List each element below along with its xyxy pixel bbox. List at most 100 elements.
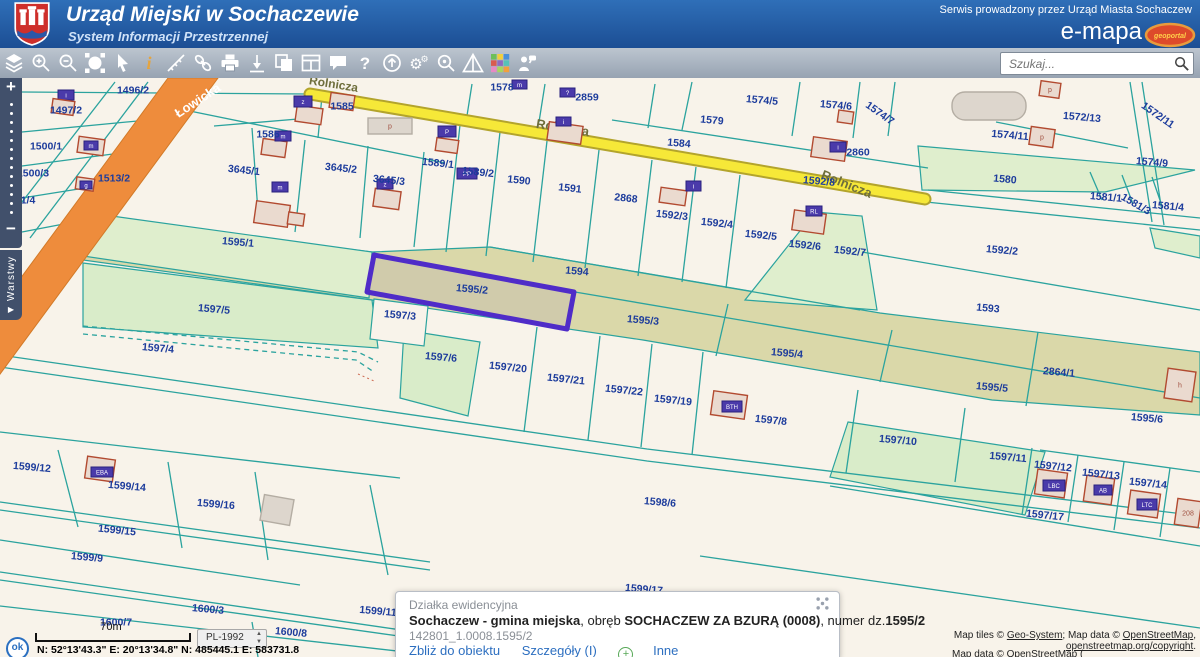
attribution-line-2[interactable]: openstreetmap.org/copyright.	[1066, 641, 1196, 652]
parcel-description: Sochaczew - gmina miejska, obręb SOCHACZ…	[409, 613, 829, 628]
svg-text:2860: 2860	[846, 147, 870, 159]
magnifier-plus-icon	[435, 52, 457, 74]
prism-button[interactable]	[459, 48, 486, 77]
svg-text:1593: 1593	[976, 302, 1000, 316]
panels-button[interactable]	[297, 48, 324, 77]
upload-icon	[381, 52, 403, 74]
svg-text:1586: 1586	[256, 129, 280, 141]
site-title: Urząd Miejski w Sochaczewie	[66, 3, 359, 27]
svg-text:z: z	[302, 100, 305, 106]
svg-text:i: i	[693, 184, 694, 190]
plus-icon[interactable]: +	[618, 647, 633, 657]
geoportal-logo: geoportal	[1144, 22, 1196, 48]
svg-text:h: h	[1178, 383, 1182, 390]
zoom-in-button[interactable]	[27, 48, 54, 77]
svg-text:i: i	[65, 93, 66, 99]
map-canvas[interactable]: ŁowickaRolniczaRolniczaRolniczaimgmmzpzP…	[0, 78, 1200, 657]
map-zoom-out-button[interactable]: −	[0, 220, 22, 238]
attribution-line-1[interactable]: Map tiles © Geo-System; Map data © OpenS…	[954, 630, 1196, 641]
svg-text:EBA: EBA	[96, 470, 108, 476]
search-input[interactable]	[1007, 54, 1171, 73]
map-zoom-in-button[interactable]: +	[0, 78, 22, 96]
svg-text:1/4: 1/4	[21, 195, 36, 207]
svg-text:1580: 1580	[993, 173, 1017, 187]
close-icon[interactable]	[816, 597, 829, 613]
layers-button[interactable]	[0, 48, 27, 77]
parcel-id: 142801_1.0008.1595/2	[409, 629, 532, 643]
parcel-info-popup: Działka ewidencyjna Sochaczew - gmina mi…	[395, 591, 840, 657]
svg-text:m: m	[517, 83, 522, 89]
emapa-brand: e-mapa	[1061, 18, 1142, 46]
search-box	[1000, 52, 1194, 75]
copy-windows-icon	[273, 52, 295, 74]
marker-download-icon	[246, 52, 268, 74]
zoom-slider[interactable]	[0, 97, 22, 220]
scale-bar	[35, 633, 191, 642]
help-button[interactable]: ?	[351, 48, 378, 77]
print-button[interactable]	[216, 48, 243, 77]
popup-links: Zbliż do obiektu Szczegóły (I) + Inne	[409, 643, 696, 657]
comment-button[interactable]	[324, 48, 351, 77]
print-icon	[219, 52, 241, 74]
svg-text:1590: 1590	[507, 173, 532, 187]
magnifier-plus-button[interactable]	[432, 48, 459, 77]
feedback-icon	[516, 52, 538, 74]
legend-grid-button[interactable]	[486, 48, 513, 77]
copy-windows-button[interactable]	[270, 48, 297, 77]
svg-text:m: m	[89, 144, 94, 150]
svg-text:i: i	[837, 145, 838, 151]
legend-grid-icon	[489, 52, 511, 74]
details-link[interactable]: Szczegóły (I)	[522, 643, 597, 657]
ok-badge[interactable]: ok	[6, 637, 29, 657]
zoom-out-button[interactable]	[54, 48, 81, 77]
svg-text:1579: 1579	[700, 114, 724, 128]
popup-title: Działka ewidencyjna	[409, 598, 518, 612]
toolbar: i ? ⚙⚙	[0, 48, 1200, 79]
svg-text:1584: 1584	[667, 137, 691, 151]
more-link[interactable]: Inne	[653, 643, 678, 657]
service-note: Serwis prowadzony przez Urząd Miasta Soc…	[940, 4, 1193, 16]
measure-button[interactable]	[162, 48, 189, 77]
city-crest-logo	[12, 2, 52, 46]
upload-button[interactable]	[378, 48, 405, 77]
search-icon[interactable]	[1173, 55, 1190, 72]
coordinates-readout: N: 52°13'43.3" E: 20°13'34.8" N: 485445.…	[37, 644, 299, 656]
svg-text:i: i	[563, 120, 564, 126]
svg-text:1513/2: 1513/2	[98, 173, 130, 185]
select-region-button[interactable]	[81, 48, 108, 77]
svg-text:m: m	[281, 134, 286, 140]
svg-text:1585: 1585	[330, 101, 354, 113]
svg-text:P: P	[445, 130, 449, 136]
svg-text:m: m	[278, 185, 283, 191]
svg-text:1500/1: 1500/1	[30, 141, 62, 153]
link-button[interactable]	[189, 48, 216, 77]
svg-text:LBC: LBC	[1048, 484, 1060, 490]
zoom-out-icon	[57, 52, 79, 74]
comment-icon	[327, 52, 349, 74]
feedback-button[interactable]	[513, 48, 540, 77]
select-region-icon	[84, 52, 106, 74]
layers-icon	[3, 52, 25, 74]
svg-text:2868: 2868	[614, 191, 639, 205]
zoom-to-object-link[interactable]: Zbliż do obiektu	[409, 643, 500, 657]
layers-tab[interactable]: Warstwy ▶	[0, 250, 22, 320]
settings-icon: ⚙⚙	[408, 52, 430, 74]
svg-text:?: ?	[359, 54, 369, 73]
attribution-line-3: Map data © OpenStreetMap (	[952, 649, 1083, 657]
svg-text:1496/2: 1496/2	[117, 85, 149, 97]
pointer-button[interactable]	[108, 48, 135, 77]
scale-label: 70m	[35, 621, 187, 633]
settings-button[interactable]: ⚙⚙	[405, 48, 432, 77]
header: Urząd Miejski w Sochaczewie System Infor…	[0, 0, 1200, 49]
svg-text:p: p	[1040, 135, 1044, 142]
expand-arrow-icon: ▶	[8, 305, 14, 314]
measure-icon	[165, 52, 187, 74]
svg-text:1578: 1578	[490, 82, 514, 94]
info-button[interactable]: i	[135, 48, 162, 77]
crs-value: PL-1992	[206, 632, 244, 643]
site-subtitle: System Informacji Przestrzennej	[68, 29, 268, 44]
marker-download-button[interactable]	[243, 48, 270, 77]
svg-text:208: 208	[1182, 511, 1194, 518]
svg-text:1594: 1594	[565, 265, 589, 279]
svg-text:2859: 2859	[575, 92, 599, 104]
